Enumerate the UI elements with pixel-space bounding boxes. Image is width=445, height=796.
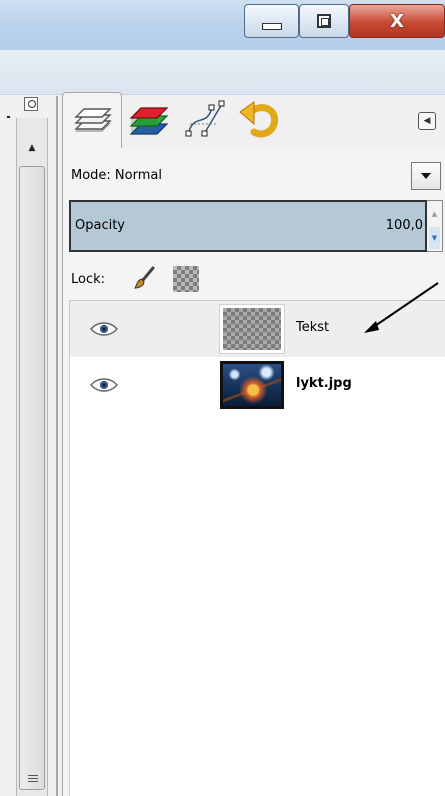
window-titlebar: X — [0, 0, 445, 50]
spin-down-icon[interactable]: ▼ — [429, 227, 440, 249]
tab-paths[interactable] — [178, 92, 232, 148]
lock-label: Lock: — [71, 272, 106, 287]
tab-channels[interactable] — [124, 92, 174, 148]
layer-thumbnail[interactable] — [220, 361, 284, 409]
layer-name[interactable]: lykt.jpg — [296, 376, 352, 391]
grip-icon — [28, 775, 38, 784]
mode-label: Mode: Normal — [71, 168, 162, 183]
layer-row-lykt[interactable]: lykt.jpg — [70, 357, 445, 413]
dock-menu-button[interactable]: ◀ — [418, 112, 436, 130]
mode-dropdown[interactable] — [411, 162, 441, 190]
layer-thumbnail[interactable] — [219, 304, 285, 354]
opacity-value: 100,0 — [385, 218, 423, 233]
channels-icon — [129, 107, 169, 135]
spin-up-icon[interactable]: ▲ — [429, 203, 440, 225]
opacity-spinner[interactable]: ▲ ▼ — [427, 200, 443, 252]
vertical-scrollbar[interactable]: ▲ — [16, 118, 48, 796]
minimize-icon — [261, 22, 282, 30]
layers-icon — [74, 107, 112, 131]
close-button[interactable]: X — [349, 4, 445, 38]
scrollbar-thumb[interactable] — [19, 166, 45, 790]
layer-list: Tekst lykt.jpg — [69, 300, 445, 796]
layer-row-tekst[interactable]: Tekst — [70, 301, 445, 357]
layer-name[interactable]: Tekst — [296, 320, 329, 335]
layers-dock: ◀ Mode: Normal Opacity 100,0 ▲ ▼ Lock: T… — [62, 92, 445, 796]
layers-panel: Mode: Normal Opacity 100,0 ▲ ▼ Lock: Tek… — [62, 148, 445, 796]
zoom-icon[interactable] — [24, 97, 38, 111]
lock-pixels-brush-icon[interactable] — [133, 266, 155, 290]
ruler-mark — [7, 116, 10, 118]
eye-icon[interactable] — [90, 322, 118, 336]
tab-layers[interactable] — [62, 92, 122, 148]
opacity-label: Opacity — [75, 218, 126, 233]
dock-separator — [56, 96, 58, 796]
scroll-up-arrow-icon[interactable]: ▲ — [17, 136, 47, 160]
menu-strip — [0, 50, 445, 95]
opacity-slider[interactable]: Opacity 100,0 — [69, 200, 427, 252]
paths-icon — [185, 100, 225, 137]
tab-undo-history[interactable] — [234, 92, 288, 148]
close-icon: X — [390, 10, 404, 32]
eye-icon[interactable] — [90, 378, 118, 392]
undo-icon — [239, 101, 279, 138]
lock-alpha-icon[interactable] — [173, 266, 199, 292]
chevron-down-icon — [421, 173, 431, 179]
minimize-button[interactable] — [244, 4, 299, 38]
restore-icon — [317, 14, 331, 28]
restore-button[interactable] — [299, 4, 349, 38]
